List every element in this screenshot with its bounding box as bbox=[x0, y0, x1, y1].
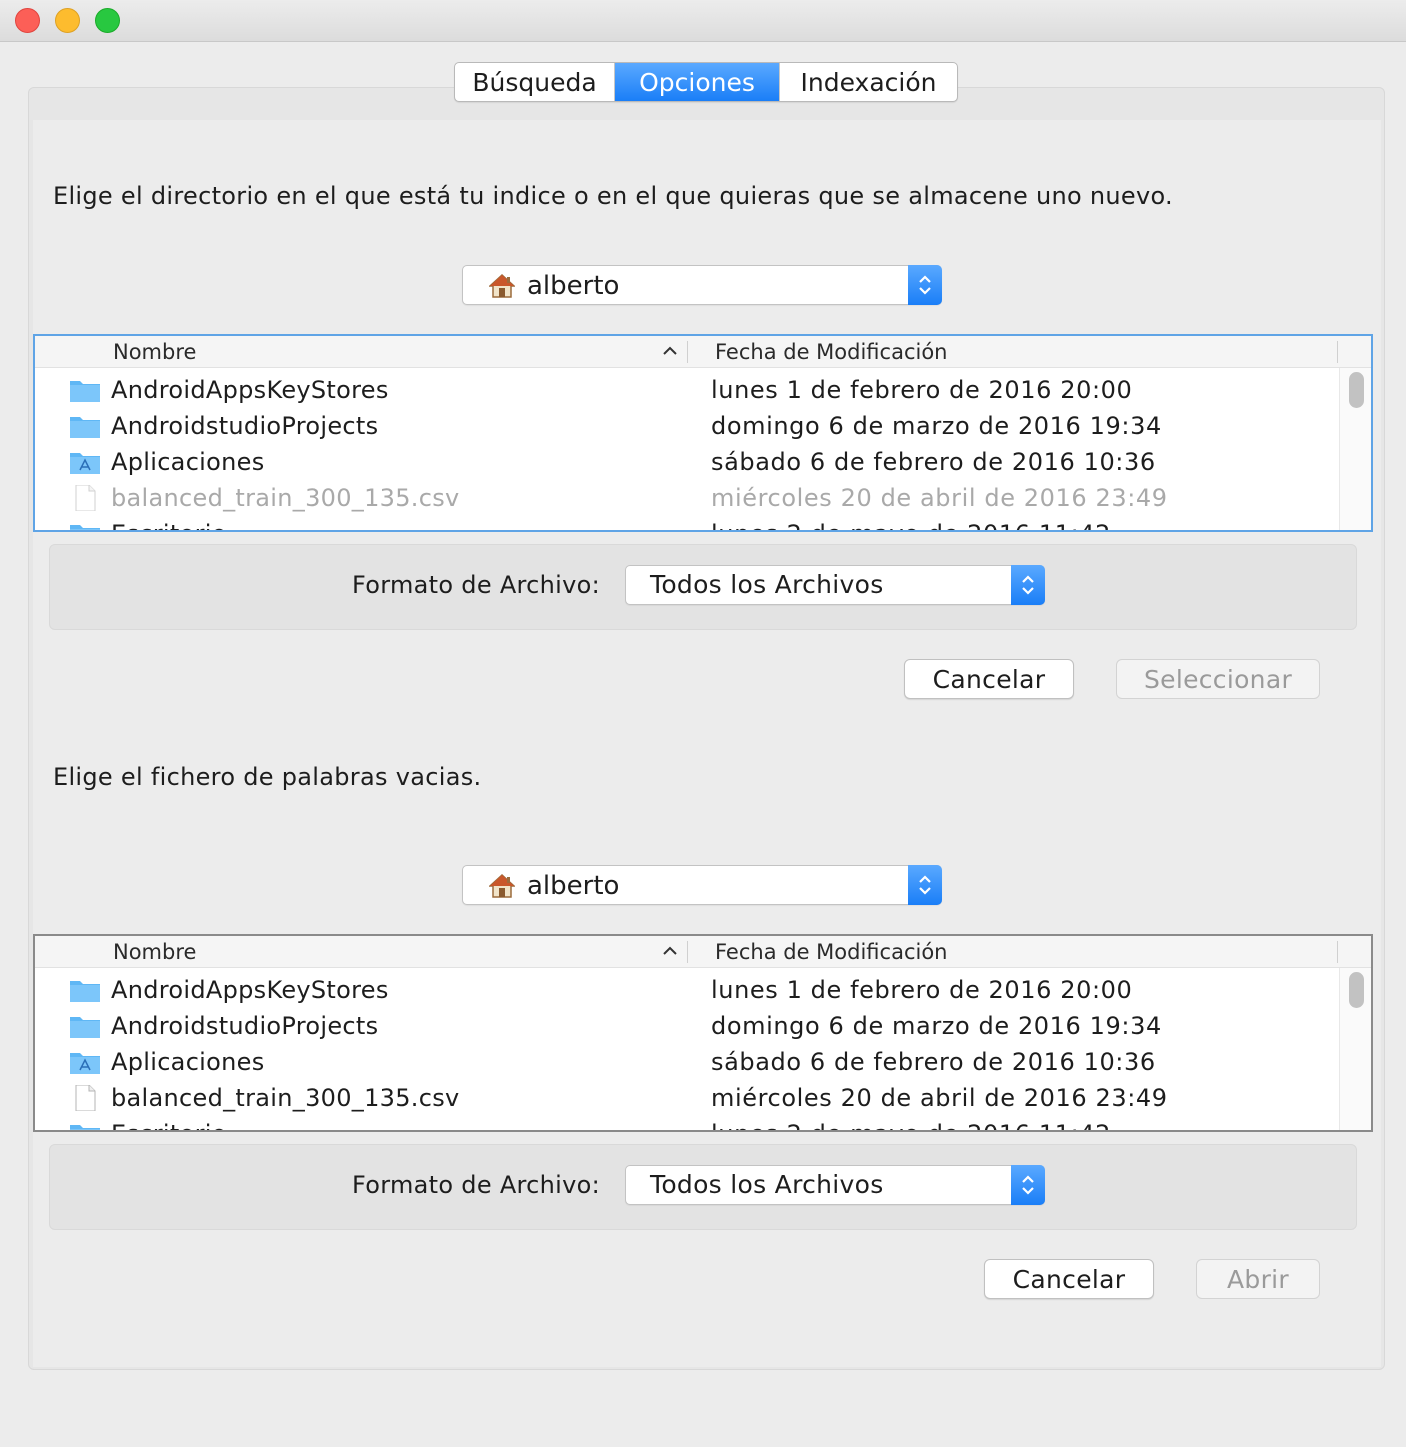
stopwords-format-dropdown[interactable]: Todos los Archivos bbox=[625, 1165, 1045, 1205]
file-list-row[interactable]: AndroidAppsKeyStores lunes 1 de febrero d… bbox=[35, 972, 1335, 1008]
file-name: AndroidstudioProjects bbox=[111, 412, 379, 440]
scrollbar[interactable] bbox=[1339, 968, 1371, 1130]
file-list-row[interactable]: balanced_train_300_135.csv miércoles 20 d… bbox=[35, 1080, 1335, 1116]
scrollbar[interactable] bbox=[1339, 368, 1371, 530]
minimize-window-button[interactable] bbox=[55, 8, 80, 33]
file-list-row[interactable]: Escritorio lunes 2 de mayo de 2016 11:42 bbox=[35, 1116, 1335, 1130]
format-label: Formato de Archivo: bbox=[352, 1171, 601, 1199]
sort-ascending-icon bbox=[663, 946, 677, 955]
file-name: AndroidstudioProjects bbox=[111, 1012, 379, 1040]
folder-icon bbox=[69, 413, 101, 439]
sort-ascending-icon bbox=[663, 346, 677, 355]
file-name: Escritorio bbox=[111, 1120, 227, 1130]
applications-folder-icon bbox=[69, 1049, 101, 1075]
tab-opciones[interactable]: Opciones bbox=[615, 63, 780, 101]
close-window-button[interactable] bbox=[15, 8, 40, 33]
file-modified-date: lunes 1 de febrero de 2016 20:00 bbox=[711, 976, 1133, 1004]
tab-bar: Búsqueda Opciones Indexación bbox=[454, 62, 958, 102]
stopwords-file-list[interactable]: Nombre Fecha de Modificación AndroidApps… bbox=[33, 934, 1373, 1132]
format-value: Todos los Archivos bbox=[650, 1170, 884, 1199]
file-name: Aplicaciones bbox=[111, 1048, 265, 1076]
file-modified-date: sábado 6 de febrero de 2016 10:36 bbox=[711, 1048, 1156, 1076]
document-icon bbox=[69, 1084, 101, 1112]
index-cancel-button[interactable]: Cancelar bbox=[904, 659, 1074, 699]
dropdown-stepper-icon bbox=[908, 865, 942, 905]
file-list-row[interactable]: Aplicaciones sábado 6 de febrero de 2016 … bbox=[35, 444, 1335, 480]
file-modified-date: lunes 1 de febrero de 2016 20:00 bbox=[711, 376, 1133, 404]
stopwords-cancel-button[interactable]: Cancelar bbox=[984, 1259, 1154, 1299]
file-modified-date: domingo 6 de marzo de 2016 19:34 bbox=[711, 1012, 1162, 1040]
dropdown-stepper-icon bbox=[1011, 565, 1045, 605]
stopwords-location-label: alberto bbox=[527, 871, 620, 901]
window-titlebar bbox=[0, 0, 1406, 42]
file-list-row[interactable]: AndroidstudioProjects domingo 6 de marzo … bbox=[35, 408, 1335, 444]
file-name: AndroidAppsKeyStores bbox=[111, 376, 389, 404]
desktop-folder-icon bbox=[69, 1121, 101, 1130]
file-modified-date: sábado 6 de febrero de 2016 10:36 bbox=[711, 448, 1156, 476]
tab-busqueda[interactable]: Búsqueda bbox=[455, 63, 615, 101]
file-name: Escritorio bbox=[111, 520, 227, 530]
file-list-row[interactable]: Aplicaciones sábado 6 de febrero de 2016 … bbox=[35, 1044, 1335, 1080]
folder-icon bbox=[69, 1013, 101, 1039]
index-format-panel: Formato de Archivo: Todos los Archivos bbox=[49, 544, 1357, 630]
stopwords-location-dropdown[interactable]: alberto bbox=[462, 865, 942, 905]
dropdown-stepper-icon bbox=[1011, 1165, 1045, 1205]
file-list-row[interactable]: Escritorio lunes 2 de mayo de 2016 11:42 bbox=[35, 516, 1335, 530]
folder-icon bbox=[69, 377, 101, 403]
column-header-date[interactable]: Fecha de Modificación bbox=[715, 340, 948, 364]
column-header-name[interactable]: Nombre bbox=[113, 340, 196, 364]
stopwords-format-panel: Formato de Archivo: Todos los Archivos bbox=[49, 1144, 1357, 1230]
file-modified-date: lunes 2 de mayo de 2016 11:42 bbox=[711, 520, 1111, 530]
index-select-button[interactable]: Seleccionar bbox=[1116, 659, 1320, 699]
format-label: Formato de Archivo: bbox=[352, 571, 601, 599]
applications-folder-icon bbox=[69, 449, 101, 475]
file-modified-date: miércoles 20 de abril de 2016 23:49 bbox=[711, 1084, 1168, 1112]
index-instruction: Elige el directorio en el que está tu in… bbox=[53, 182, 1173, 210]
index-file-list[interactable]: Nombre Fecha de Modificación AndroidApps… bbox=[33, 334, 1373, 532]
file-modified-date: lunes 2 de mayo de 2016 11:42 bbox=[711, 1120, 1111, 1130]
index-location-label: alberto bbox=[527, 271, 620, 301]
tab-indexacion[interactable]: Indexación bbox=[780, 63, 957, 101]
dropdown-stepper-icon bbox=[908, 265, 942, 305]
scrollbar-thumb[interactable] bbox=[1349, 372, 1364, 408]
stopwords-open-button[interactable]: Abrir bbox=[1196, 1259, 1320, 1299]
document-icon bbox=[69, 484, 101, 512]
folder-icon bbox=[69, 977, 101, 1003]
index-format-dropdown[interactable]: Todos los Archivos bbox=[625, 565, 1045, 605]
zoom-window-button[interactable] bbox=[95, 8, 120, 33]
file-name: AndroidAppsKeyStores bbox=[111, 976, 389, 1004]
file-name: Aplicaciones bbox=[111, 448, 265, 476]
format-value: Todos los Archivos bbox=[650, 570, 884, 599]
file-name: balanced_train_300_135.csv bbox=[111, 1084, 460, 1112]
home-icon bbox=[489, 874, 515, 898]
file-list-header: Nombre Fecha de Modificación bbox=[35, 336, 1371, 368]
file-list-row[interactable]: AndroidAppsKeyStores lunes 1 de febrero d… bbox=[35, 372, 1335, 408]
desktop-folder-icon bbox=[69, 521, 101, 530]
file-modified-date: domingo 6 de marzo de 2016 19:34 bbox=[711, 412, 1162, 440]
file-list-row[interactable]: AndroidstudioProjects domingo 6 de marzo … bbox=[35, 1008, 1335, 1044]
stopwords-instruction: Elige el fichero de palabras vacias. bbox=[53, 763, 482, 791]
file-name: balanced_train_300_135.csv bbox=[111, 484, 460, 512]
file-list-row: balanced_train_300_135.csv miércoles 20 d… bbox=[35, 480, 1335, 516]
home-icon bbox=[489, 274, 515, 298]
scrollbar-thumb[interactable] bbox=[1349, 972, 1364, 1008]
file-modified-date: miércoles 20 de abril de 2016 23:49 bbox=[711, 484, 1168, 512]
column-header-date[interactable]: Fecha de Modificación bbox=[715, 940, 948, 964]
column-header-name[interactable]: Nombre bbox=[113, 940, 196, 964]
file-list-header: Nombre Fecha de Modificación bbox=[35, 936, 1371, 968]
index-location-dropdown[interactable]: alberto bbox=[462, 265, 942, 305]
